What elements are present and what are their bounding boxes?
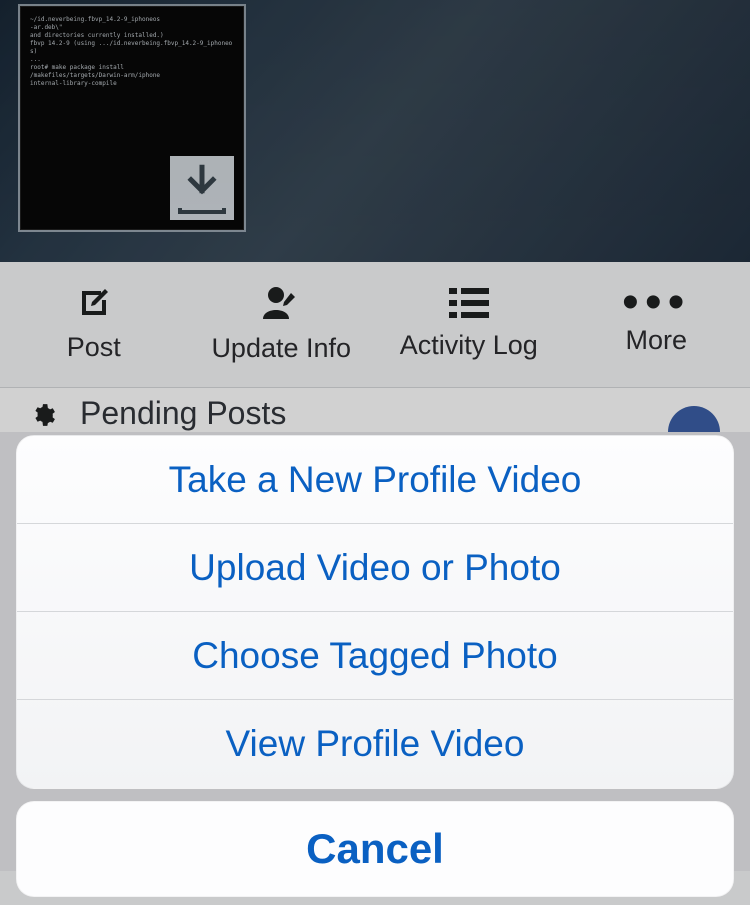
choose-tagged-photo-option[interactable]: Choose Tagged Photo <box>17 612 733 700</box>
action-sheet-options: Take a New Profile Video Upload Video or… <box>16 435 734 789</box>
take-new-profile-video-option[interactable]: Take a New Profile Video <box>17 436 733 524</box>
screen: ~/id.neverbeing.fbvp_14.2-9_iphoneos -ar… <box>0 0 750 905</box>
cancel-button[interactable]: Cancel <box>16 801 734 897</box>
view-profile-video-option[interactable]: View Profile Video <box>17 700 733 788</box>
action-sheet: Take a New Profile Video Upload Video or… <box>16 435 734 897</box>
upload-video-or-photo-option[interactable]: Upload Video or Photo <box>17 524 733 612</box>
